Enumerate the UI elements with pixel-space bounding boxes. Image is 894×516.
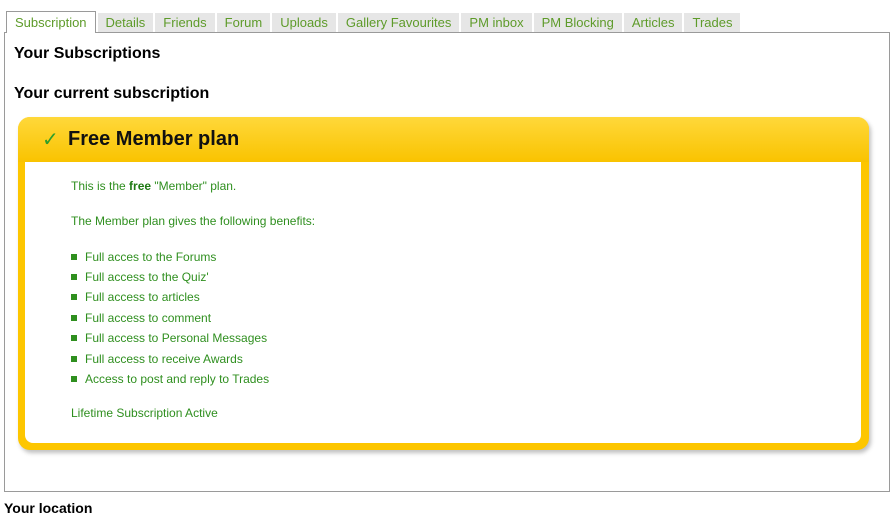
benefit-item: Full access to the Quiz' — [71, 270, 209, 284]
benefit-label: Full access to articles — [85, 290, 200, 304]
tab-forum[interactable]: Forum — [216, 13, 271, 33]
plan-intro-prefix: This is the — [71, 179, 130, 193]
benefit-item: Full access to receive Awards — [71, 352, 243, 366]
tab-gallery-favourites[interactable]: Gallery Favourites — [337, 13, 460, 33]
bullet-icon — [71, 375, 77, 382]
tab-pm-blocking[interactable]: PM Blocking — [533, 13, 622, 33]
bullet-icon — [71, 273, 77, 280]
benefit-item: Full access to comment — [71, 311, 211, 325]
benefit-item: Full acces to the Forums — [71, 250, 216, 264]
tab-pm-inbox[interactable]: PM inbox — [461, 13, 532, 33]
bullet-icon — [71, 253, 77, 260]
tab-friends[interactable]: Friends — [155, 13, 215, 33]
bullet-icon — [71, 334, 77, 341]
benefit-label: Full access to Personal Messages — [85, 331, 268, 345]
checkmark-icon: ✓ — [42, 129, 59, 151]
tab-articles[interactable]: Articles — [623, 13, 683, 33]
bullet-icon — [71, 355, 77, 362]
tab-details[interactable]: Details — [97, 13, 154, 33]
plan-intro: This is the free "Member" plan. — [71, 179, 236, 193]
benefit-item: Full access to articles — [71, 290, 200, 304]
benefit-label: Full acces to the Forums — [85, 250, 217, 264]
bullet-icon — [71, 314, 77, 321]
benefits-intro: The Member plan gives the following bene… — [71, 214, 316, 228]
page-title: Your Subscriptions — [14, 45, 161, 62]
plan-title: Free Member plan — [68, 128, 240, 150]
tab-uploads[interactable]: Uploads — [272, 13, 336, 33]
plan-intro-bold: free — [129, 179, 152, 193]
benefit-label: Full access to receive Awards — [85, 352, 243, 366]
profile-tabs: Subscription Details Friends Forum Uploa… — [6, 11, 742, 33]
benefit-item: Access to post and reply to Trades — [71, 372, 269, 386]
tab-trades[interactable]: Trades — [684, 13, 741, 33]
tab-subscription[interactable]: Subscription — [6, 11, 96, 33]
benefit-item: Full access to Personal Messages — [71, 331, 267, 345]
current-subscription-heading: Your current subscription — [14, 85, 210, 102]
plan-header: ✓ Free Member plan — [18, 117, 869, 162]
plan-intro-suffix: "Member" plan. — [151, 179, 237, 193]
subscription-status: Lifetime Subscription Active — [71, 406, 218, 420]
bullet-icon — [71, 293, 77, 300]
plan-card: ✓ Free Member plan This is the free "Mem… — [18, 117, 869, 450]
plan-body: This is the free "Member" plan. The Memb… — [25, 162, 861, 443]
benefit-label: Full access to the Quiz' — [85, 270, 209, 284]
benefit-label: Access to post and reply to Trades — [85, 372, 270, 386]
benefit-label: Full access to comment — [85, 311, 212, 325]
location-heading: Your location — [4, 500, 93, 516]
